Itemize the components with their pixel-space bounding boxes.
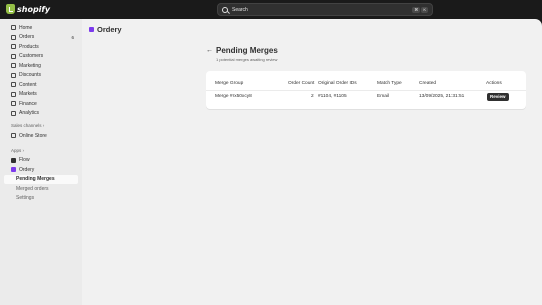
sales-channels-heading[interactable]: Sales channels › (4, 122, 78, 129)
flow-icon (11, 157, 16, 163)
sidebar-subitem-settings[interactable]: Settings (4, 194, 78, 204)
products-icon (11, 44, 16, 50)
sidebar-item-label: Online Store (19, 132, 47, 139)
sidebar-item-products[interactable]: Products (4, 42, 78, 52)
customers-icon (11, 53, 16, 59)
cell-match-type: Email (377, 94, 389, 99)
sidebar-subitem-pending-merges[interactable]: Pending Merges (4, 174, 78, 184)
sidebar-item-home[interactable]: Home (4, 23, 78, 33)
sidebar-item-label: Orders (19, 34, 35, 41)
sidebar: Home Orders 6 Products Customers Marketin… (0, 19, 82, 305)
discounts-icon (11, 72, 16, 78)
search-icon (222, 6, 228, 13)
column-header-actions: Actions (486, 81, 502, 86)
chevron-right-icon: › (21, 147, 25, 153)
search-placeholder: Search (232, 6, 248, 13)
cell-order-ids: #1104, #1105 (318, 94, 347, 99)
sidebar-item-label: Discounts (19, 72, 41, 79)
column-header-match-type: Match Type (377, 81, 402, 86)
sidebar-item-label: Customers (19, 53, 44, 60)
back-arrow-icon[interactable]: ← (206, 47, 213, 54)
apps-heading[interactable]: Apps › (4, 147, 78, 154)
orders-icon (11, 34, 16, 40)
app-title: Ordery (97, 25, 122, 34)
review-button[interactable]: Review (487, 93, 509, 101)
ordery-icon (11, 167, 16, 173)
sidebar-item-discounts[interactable]: Discounts (4, 71, 78, 81)
sidebar-item-ordery[interactable]: Ordery (4, 165, 78, 175)
pending-merges-table: Merge Group Order Count Original Order I… (206, 71, 526, 109)
sidebar-item-marketing[interactable]: Marketing (4, 61, 78, 71)
shopify-bag-icon (6, 4, 15, 14)
column-header-created: Created (419, 81, 437, 86)
sidebar-item-analytics[interactable]: Analytics (4, 109, 78, 119)
app-header: Ordery (89, 25, 122, 34)
cell-created: 13/09/2025, 21:31:51 (419, 94, 465, 99)
home-icon (11, 25, 16, 31)
chevron-right-icon: › (41, 123, 45, 128)
sidebar-item-finance[interactable]: Finance (4, 99, 78, 109)
sidebar-item-label: Ordery (19, 166, 35, 173)
cell-order-count: 2 (311, 94, 314, 99)
sidebar-item-label: Home (19, 24, 33, 31)
column-header-merge-group: Merge Group (215, 81, 244, 86)
sidebar-item-label: Finance (19, 100, 37, 107)
sidebar-item-markets[interactable]: Markets (4, 90, 78, 100)
sidebar-item-online-store[interactable]: Online Store (4, 131, 78, 141)
finance-icon (11, 101, 16, 107)
markets-icon (11, 91, 16, 97)
sidebar-item-label: Content (19, 81, 37, 88)
shopify-logo[interactable]: shopify (6, 4, 50, 14)
store-icon (11, 133, 16, 139)
column-header-order-count: Order Count (288, 81, 315, 86)
content-icon (11, 82, 16, 88)
sidebar-item-orders[interactable]: Orders 6 (4, 33, 78, 43)
marketing-icon (11, 63, 16, 69)
table-divider (206, 90, 526, 91)
sidebar-item-flow[interactable]: Flow (4, 156, 78, 166)
shortcut-key-cmd: ⌘ (412, 6, 421, 13)
sidebar-item-label: Marketing (19, 62, 41, 69)
sidebar-item-content[interactable]: Content (4, 80, 78, 90)
shortcut-key-k: K (421, 6, 428, 13)
sidebar-item-label: Products (19, 43, 39, 50)
top-bar: shopify Search ⌘ K (0, 0, 542, 19)
sidebar-item-label: Markets (19, 91, 37, 98)
sidebar-subitem-merged-orders[interactable]: Merged orders (4, 184, 78, 194)
search-input[interactable]: Search ⌘ K (217, 3, 433, 16)
column-header-order-ids: Original Order IDs (318, 81, 357, 86)
cell-merge-group: Merge #rx50xcy8 (215, 94, 252, 99)
analytics-icon (11, 110, 16, 116)
ordery-icon (89, 27, 94, 32)
shopify-logo-text: shopify (17, 4, 51, 14)
page-title: Pending Merges (216, 46, 278, 55)
sidebar-item-label: Flow (19, 157, 30, 164)
sidebar-item-label: Analytics (19, 110, 40, 117)
sidebar-item-customers[interactable]: Customers (4, 52, 78, 62)
main-area: Home Orders 6 Products Customers Marketin… (0, 19, 542, 305)
orders-count-badge: 6 (71, 34, 74, 40)
page-subtitle: 1 potential merges awaiting review (216, 57, 278, 62)
